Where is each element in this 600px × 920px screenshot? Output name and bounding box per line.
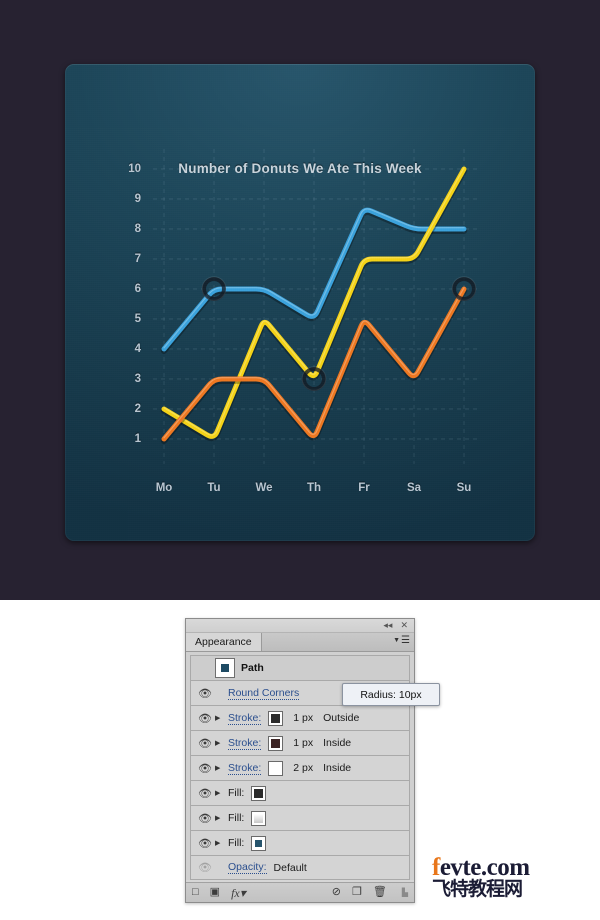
chevron-right-icon[interactable]: ▶ xyxy=(215,789,228,797)
row-label-round-corners[interactable]: Round Corners xyxy=(228,687,300,700)
y-axis-tick-label: 8 xyxy=(134,223,141,235)
logo-letter-f: f xyxy=(432,854,440,881)
delete-item-icon[interactable]: 🗑 xyxy=(373,887,387,898)
chevron-right-icon[interactable]: ▶ xyxy=(215,739,228,747)
row-label-stroke[interactable]: Stroke: xyxy=(228,712,262,725)
duplicate-item-icon[interactable]: ❐ xyxy=(352,887,362,898)
fill-color-swatch[interactable] xyxy=(251,785,267,801)
y-axis-tick-label: 6 xyxy=(134,283,141,295)
chart-card: Number of Donuts We Ate This Week 123456… xyxy=(65,64,535,541)
logo-rest: evte.com xyxy=(439,854,530,881)
eye-icon[interactable]: 👁 xyxy=(195,787,215,800)
no-appearance-icon[interactable]: ⊘ xyxy=(332,887,341,898)
stroke-meta: 1 px Inside xyxy=(293,737,351,749)
y-axis-tick-label: 10 xyxy=(128,163,141,175)
y-axis-tick-label: 7 xyxy=(134,253,141,265)
tab-appearance[interactable]: Appearance xyxy=(186,633,262,651)
y-axis-tick-label: 1 xyxy=(134,433,141,445)
x-axis-tick-label: Fr xyxy=(358,482,370,494)
stroke-width: 1 px xyxy=(293,712,314,724)
row-label-path: Path xyxy=(241,662,264,674)
y-axis-tick-label: 3 xyxy=(134,373,141,385)
row-label-stroke[interactable]: Stroke: xyxy=(228,762,262,775)
x-axis-tick-label: Su xyxy=(456,482,472,494)
panel-tab-row: Appearance ▼ ☰ xyxy=(186,633,414,652)
stroke-width: 2 px xyxy=(293,762,314,774)
stroke-align: Inside xyxy=(323,737,352,749)
appearance-row-stroke-1[interactable]: 👁 ▶ Stroke: 1 px Outside xyxy=(190,705,410,730)
eye-icon[interactable]: 👁 xyxy=(195,861,215,874)
x-axis-tick-label: Mo xyxy=(155,482,173,494)
chevron-right-icon[interactable]: ▶ xyxy=(215,714,228,722)
chevron-right-icon[interactable]: ▶ xyxy=(215,764,228,772)
stroke-color-swatch[interactable] xyxy=(268,735,284,751)
eye-icon[interactable]: 👁 xyxy=(195,687,215,700)
chevron-right-icon[interactable]: ▶ xyxy=(215,839,228,847)
line-chart-plot-area: 1 2 3 4 5 6 7 8 9 10 Mo Tu We Th Fr Sa Su xyxy=(65,64,535,541)
x-axis-tick-label: Sa xyxy=(406,482,422,494)
row-label-opacity[interactable]: Opacity: xyxy=(228,861,267,874)
chart-svg xyxy=(153,149,477,464)
appearance-row-fill-1[interactable]: 👁 ▶ Fill: xyxy=(190,780,410,805)
eye-icon[interactable]: 👁 xyxy=(195,712,215,725)
stroke-align: Inside xyxy=(323,762,352,774)
row-label-stroke[interactable]: Stroke: xyxy=(228,737,262,750)
stroke-meta: 1 px Outside xyxy=(293,712,359,724)
resize-grip-icon[interactable]: ▙ xyxy=(402,888,408,897)
x-axis-tick-label: We xyxy=(255,482,273,494)
panel-titlebar: ◂◂ ✕ xyxy=(186,619,414,633)
y-axis-tick-label: 2 xyxy=(134,403,141,415)
clear-appearance-icon[interactable]: ▣ xyxy=(210,887,220,898)
appearance-row-opacity[interactable]: 👁 Opacity: Default xyxy=(190,855,410,880)
row-label-fill: Fill: xyxy=(228,812,245,824)
logo-wordmark: fevte.com xyxy=(432,855,582,880)
fill-color-swatch[interactable] xyxy=(251,835,267,851)
logo-chinese-text: 飞特教程网 xyxy=(432,879,523,900)
y-axis-tick-label: 4 xyxy=(134,343,141,355)
appearance-row-fill-2[interactable]: 👁 ▶ Fill: xyxy=(190,805,410,830)
row-label-fill: Fill: xyxy=(228,837,245,849)
eye-icon[interactable] xyxy=(195,662,215,674)
stroke-width: 1 px xyxy=(293,737,314,749)
appearance-row-fill-3[interactable]: 👁 ▶ Fill: xyxy=(190,830,410,855)
y-axis-tick-label: 9 xyxy=(134,193,141,205)
x-axis-tick-label: Th xyxy=(306,482,322,494)
fill-gradient-swatch[interactable] xyxy=(251,810,267,826)
new-art-has-basic-appearance-icon[interactable]: □ xyxy=(192,887,199,898)
opacity-value: Default xyxy=(273,861,307,874)
appearance-row-path[interactable]: Path xyxy=(190,655,410,680)
stroke-color-swatch[interactable] xyxy=(268,710,284,726)
stroke-color-swatch[interactable] xyxy=(268,760,284,776)
stroke-align: Outside xyxy=(323,712,360,724)
fx-icon[interactable]: fx▾ xyxy=(231,887,246,899)
fevte-logo: fevte.com 飞特教程网 xyxy=(432,855,582,900)
appearance-row-stroke-2[interactable]: 👁 ▶ Stroke: 1 px Inside xyxy=(190,730,410,755)
panel-footer-toolbar: □ ▣ fx▾ ⊘ ❐ 🗑 ▙ xyxy=(186,882,414,902)
eye-icon[interactable]: 👁 xyxy=(195,837,215,850)
row-label-fill: Fill: xyxy=(228,787,245,799)
chevron-right-icon[interactable]: ▶ xyxy=(215,814,228,822)
path-swatch-icon xyxy=(215,658,235,678)
appearance-panel: ◂◂ ✕ Appearance ▼ ☰ Path 👁 Round Corners … xyxy=(185,618,440,903)
eye-icon[interactable]: 👁 xyxy=(195,812,215,825)
radius-tooltip: Radius: 10px xyxy=(342,683,440,706)
y-axis-tick-label: 5 xyxy=(134,313,141,325)
close-icon[interactable]: ✕ xyxy=(400,621,408,630)
stroke-meta: 2 px Inside xyxy=(293,762,351,774)
panel-menu-icon[interactable]: ▼ ☰ xyxy=(393,636,410,646)
x-axis-tick-label: Tu xyxy=(207,482,221,494)
collapse-double-arrow-icon[interactable]: ◂◂ xyxy=(383,621,392,630)
eye-icon[interactable]: 👁 xyxy=(195,737,215,750)
appearance-row-stroke-3[interactable]: 👁 ▶ Stroke: 2 px Inside xyxy=(190,755,410,780)
eye-icon[interactable]: 👁 xyxy=(195,762,215,775)
